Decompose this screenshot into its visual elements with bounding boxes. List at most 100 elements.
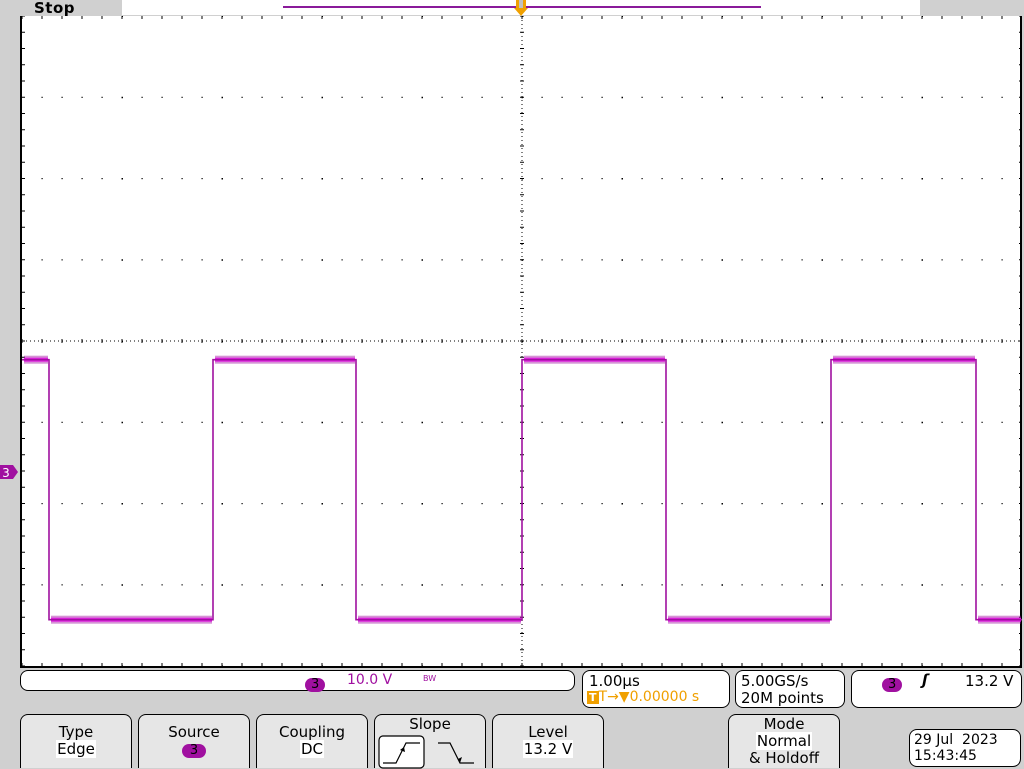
grid-dot: [101, 178, 103, 180]
grid-dot: [961, 421, 963, 423]
grid-dot: [641, 259, 643, 261]
grid-dot: [341, 421, 343, 423]
grid-dot: [321, 584, 323, 586]
svg-text:3: 3: [2, 466, 10, 480]
channel3-ground-marker[interactable]: 3: [0, 465, 18, 480]
grid-dot: [641, 178, 643, 180]
trigger-level-readout: 13.2 V: [965, 672, 1014, 690]
grid-dot: [81, 178, 83, 180]
grid-dot: [781, 421, 783, 423]
grid-dot: [841, 584, 843, 586]
grid-dot: [1001, 178, 1003, 180]
grid-dot: [961, 503, 963, 505]
grid-dot: [761, 584, 763, 586]
vertical-readout[interactable]: 3 10.0 V BW: [20, 670, 575, 692]
source-label: Source: [168, 723, 220, 741]
grid-dot: [681, 96, 683, 98]
grid-dot: [41, 178, 43, 180]
slope-label: Slope: [409, 715, 451, 733]
grid-dot: [161, 584, 163, 586]
grid-dot: [201, 503, 203, 505]
grid-dot: [221, 259, 223, 261]
grid-dot: [241, 96, 243, 98]
grid-dot: [341, 584, 343, 586]
grid-dot: [421, 96, 423, 99]
grid-dot: [461, 178, 463, 180]
grid-dot: [761, 503, 763, 505]
grid-dot: [81, 584, 83, 586]
grid-dot: [141, 96, 143, 98]
source-value-badge: 3: [181, 744, 207, 758]
grid-dot: [441, 421, 443, 423]
grid-dot: [601, 178, 603, 180]
grid-dot: [621, 96, 623, 99]
grid-dot: [241, 584, 243, 586]
falling-edge-option[interactable]: [438, 742, 474, 764]
date: 29 Jul 2023: [914, 732, 998, 748]
grid-dot: [761, 259, 763, 261]
grid-dot: [261, 503, 263, 505]
grid-dot: [41, 96, 43, 98]
grid-dot: [361, 421, 363, 423]
grid-dot: [841, 178, 843, 180]
coupling-value: DC: [299, 740, 325, 758]
grid-dot: [481, 96, 483, 98]
grid-dot: [381, 584, 383, 586]
grid-dot: [421, 584, 423, 586]
grid-dot: [301, 503, 303, 505]
grid-dot: [581, 503, 583, 505]
grid-dot: [881, 584, 883, 586]
grid-dot: [941, 178, 943, 180]
grid-dot: [941, 259, 943, 261]
grid-dot: [861, 178, 863, 180]
slope-button[interactable]: Slope: [374, 714, 486, 769]
mode-button[interactable]: Mode Normal & Holdoff: [728, 714, 840, 768]
grid-dot: [721, 584, 723, 586]
grid-dot: [741, 421, 743, 423]
grid-dot: [881, 178, 883, 180]
trigger-readout[interactable]: 3 ʃ 13.2 V: [851, 670, 1022, 708]
delay-value: 0.00000 s: [629, 689, 700, 705]
level-button[interactable]: Level 13.2 V: [492, 714, 604, 768]
grid-dot: [801, 503, 803, 505]
grid-dot: [461, 421, 463, 423]
rising-edge-option[interactable]: [378, 735, 425, 769]
type-button[interactable]: Type Edge: [20, 714, 132, 768]
bandwidth-limit-indicator: BW: [423, 674, 437, 683]
grid-dot: [881, 421, 883, 423]
grid-dot: [161, 178, 163, 180]
trigger-position-marker-top[interactable]: [514, 0, 528, 16]
grid-dot: [601, 96, 603, 98]
grid-dot: [861, 259, 863, 261]
type-value: Edge: [56, 740, 96, 758]
grid-dot: [561, 96, 563, 98]
trigger-icon: T: [587, 691, 599, 704]
grid-dot: [781, 503, 783, 505]
grid-dot: [621, 259, 623, 261]
grid-dot: [561, 178, 563, 180]
grid-dot: [581, 96, 583, 98]
grid-dot: [721, 421, 723, 424]
grid-dot: [181, 96, 183, 98]
grid-dot: [741, 584, 743, 586]
horizontal-readout[interactable]: 1.00µs T T→▼0.00000 s: [582, 670, 730, 708]
source-button[interactable]: Source 3: [138, 714, 250, 768]
coupling-button[interactable]: Coupling DC: [256, 714, 368, 768]
grid-dot: [481, 584, 483, 586]
grid-dot: [741, 96, 743, 98]
grid-dot: [441, 178, 443, 180]
grid-dot: [901, 96, 903, 98]
grid-dot: [981, 503, 983, 505]
acquisition-readout[interactable]: 5.00GS/s 20M points: [735, 670, 845, 708]
grid-dot: [261, 259, 263, 261]
grid-dot: [361, 96, 363, 98]
grid-dot: [801, 96, 803, 98]
grid-dot: [921, 421, 923, 424]
date-time-display: 29 Jul 2023 15:43:45: [909, 729, 1021, 767]
grid-dot: [941, 584, 943, 586]
time: 15:43:45: [914, 748, 977, 764]
level-label: Level: [528, 723, 568, 741]
grid-dot: [661, 421, 663, 423]
waveform-display[interactable]: [20, 16, 1022, 668]
grid-dot: [501, 259, 503, 261]
